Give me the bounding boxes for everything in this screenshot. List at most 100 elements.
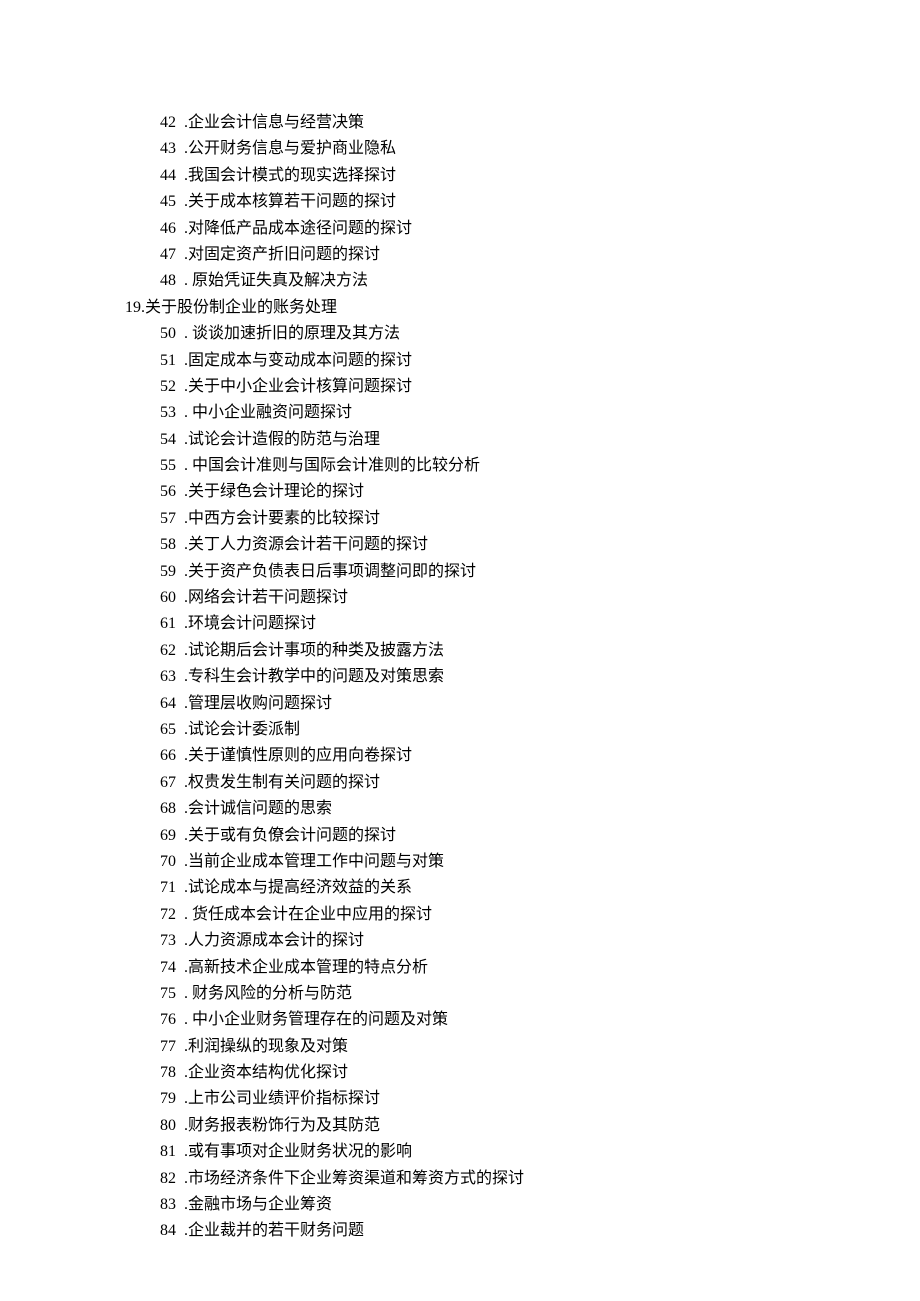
item-title: 试论会计造假的防范与治理 bbox=[188, 427, 380, 453]
item-number: 68 bbox=[160, 796, 176, 822]
item-separator: . bbox=[176, 955, 188, 981]
item-number: 84 bbox=[160, 1218, 176, 1244]
item-number: 48 bbox=[160, 268, 176, 294]
item-title: 关丁人力资源会计若干问题的探讨 bbox=[188, 532, 428, 558]
item-title: 我国会计模式的现实选择探讨 bbox=[188, 163, 396, 189]
item-separator: . bbox=[176, 216, 188, 242]
list-item: 60 .网络会计若干问题探讨 bbox=[125, 585, 920, 611]
list-item: 51 .固定成本与变动成本问题的探讨 bbox=[125, 348, 920, 374]
list-item: 80 .财务报表粉饰行为及其防范 bbox=[125, 1113, 920, 1139]
item-title: 企业裁并的若干财务问题 bbox=[188, 1218, 364, 1244]
list-item: 55 . 中国会计准则与国际会计准则的比较分析 bbox=[125, 453, 920, 479]
item-number: 56 bbox=[160, 479, 176, 505]
item-separator: . bbox=[176, 321, 192, 347]
item-title: 对降低产品成本途径问题的探讨 bbox=[188, 216, 412, 242]
item-separator: . bbox=[176, 189, 188, 215]
list-item: 66 .关于谨慎性原则的应用向卷探讨 bbox=[125, 743, 920, 769]
list-item: 82 .市场经济条件下企业筹资渠道和筹资方式的探讨 bbox=[125, 1166, 920, 1192]
list-item: 43 .公开财务信息与爱护商业隐私 bbox=[125, 136, 920, 162]
list-item: 45 .关于成本核算若干问题的探讨 bbox=[125, 189, 920, 215]
list-item: 77 .利润操纵的现象及对策 bbox=[125, 1034, 920, 1060]
list-item: 83 .金融市场与企业筹资 bbox=[125, 1192, 920, 1218]
item-title: 公开财务信息与爱护商业隐私 bbox=[188, 136, 396, 162]
item-title: 财务风险的分析与防范 bbox=[192, 981, 352, 1007]
document-page: 42 .企业会计信息与经营决策43 .公开财务信息与爱护商业隐私44 .我国会计… bbox=[0, 0, 920, 1245]
item-separator: . bbox=[176, 427, 188, 453]
item-number: 46 bbox=[160, 216, 176, 242]
item-number: 73 bbox=[160, 928, 176, 954]
list-item: 61 .环境会计问题探讨 bbox=[125, 611, 920, 637]
list-item: 47 .对固定资产折旧问题的探讨 bbox=[125, 242, 920, 268]
item-number: 55 bbox=[160, 453, 176, 479]
item-number: 43 bbox=[160, 136, 176, 162]
list-item: 44 .我国会计模式的现实选择探讨 bbox=[125, 163, 920, 189]
list-item: 54 .试论会计造假的防范与治理 bbox=[125, 427, 920, 453]
list-item: 42 .企业会计信息与经营决策 bbox=[125, 110, 920, 136]
item-title: 财务报表粉饰行为及其防范 bbox=[188, 1113, 380, 1139]
item-title: 中小企业融资问题探讨 bbox=[192, 400, 352, 426]
item-title: 谈谈加速折旧的原理及其方法 bbox=[192, 321, 400, 347]
item-title: 固定成本与变动成本问题的探讨 bbox=[188, 348, 412, 374]
item-title: 会计诚信问题的思索 bbox=[188, 796, 332, 822]
item-number: 42 bbox=[160, 110, 176, 136]
item-title: 关于资产负债表日后事项调整问即的探讨 bbox=[188, 559, 476, 585]
item-separator: . bbox=[176, 1113, 188, 1139]
item-number: 65 bbox=[160, 717, 176, 743]
item-title: 上市公司业绩评价指标探讨 bbox=[188, 1086, 380, 1112]
item-title: 或有事项对企业财务状况的影响 bbox=[188, 1139, 412, 1165]
item-separator: . bbox=[176, 559, 188, 585]
item-separator: . bbox=[176, 796, 188, 822]
item-separator: . bbox=[176, 717, 188, 743]
item-title: 管理层收购问题探讨 bbox=[188, 691, 332, 717]
item-separator: . bbox=[176, 453, 192, 479]
list-item: 57 .中西方会计要素的比较探讨 bbox=[125, 506, 920, 532]
list-item: 65 .试论会计委派制 bbox=[125, 717, 920, 743]
item-number: 51 bbox=[160, 348, 176, 374]
list-item: 63 .专科生会计教学中的问题及对策思索 bbox=[125, 664, 920, 690]
list-item: 53 . 中小企业融资问题探讨 bbox=[125, 400, 920, 426]
item-title: 关于中小企业会计核算问题探讨 bbox=[188, 374, 412, 400]
item-number: 58 bbox=[160, 532, 176, 558]
item-number: 47 bbox=[160, 242, 176, 268]
list-item: 64 .管理层收购问题探讨 bbox=[125, 691, 920, 717]
list-item: 50 . 谈谈加速折旧的原理及其方法 bbox=[125, 321, 920, 347]
list-item: 75 . 财务风险的分析与防范 bbox=[125, 981, 920, 1007]
list-item: 74 .高新技术企业成本管理的特点分析 bbox=[125, 955, 920, 981]
item-title: 权贵发生制有关问题的探讨 bbox=[188, 770, 380, 796]
list-item: 76 . 中小企业财务管理存在的问题及对策 bbox=[125, 1007, 920, 1033]
item-separator: . bbox=[176, 1218, 188, 1244]
item-separator: . bbox=[176, 374, 188, 400]
list-item: 70 .当前企业成本管理工作中问题与对策 bbox=[125, 849, 920, 875]
item-separator: . bbox=[176, 664, 188, 690]
item-separator: . bbox=[176, 1166, 188, 1192]
item-title: 当前企业成本管理工作中问题与对策 bbox=[188, 849, 444, 875]
item-number: 59 bbox=[160, 559, 176, 585]
item-number: 82 bbox=[160, 1166, 176, 1192]
list-item: 59 .关于资产负债表日后事项调整问即的探讨 bbox=[125, 559, 920, 585]
item-separator: . bbox=[176, 268, 192, 294]
list-item: 46 .对降低产品成本途径问题的探讨 bbox=[125, 216, 920, 242]
item-separator: . bbox=[176, 770, 188, 796]
item-number: 57 bbox=[160, 506, 176, 532]
item-number: 53 bbox=[160, 400, 176, 426]
list-item: 79 .上市公司业绩评价指标探讨 bbox=[125, 1086, 920, 1112]
item-separator: . bbox=[176, 849, 188, 875]
item-separator: . bbox=[176, 691, 188, 717]
list-item: 84 .企业裁并的若干财务问题 bbox=[125, 1218, 920, 1244]
item-separator: . bbox=[176, 875, 188, 901]
item-separator: . bbox=[176, 1060, 188, 1086]
list-item: 67 .权贵发生制有关问题的探讨 bbox=[125, 770, 920, 796]
list-item: 56 .关于绿色会计理论的探讨 bbox=[125, 479, 920, 505]
item-title: 关于或有负僚会计问题的探讨 bbox=[188, 823, 396, 849]
item-title: 人力资源成本会计的探讨 bbox=[188, 928, 364, 954]
item-number: 52 bbox=[160, 374, 176, 400]
item-title: 试论成本与提高经济效益的关系 bbox=[188, 875, 412, 901]
item-separator: . bbox=[176, 902, 192, 928]
item-number: 75 bbox=[160, 981, 176, 1007]
item-title: 网络会计若干问题探讨 bbox=[188, 585, 348, 611]
item-number: 64 bbox=[160, 691, 176, 717]
item-separator: . bbox=[176, 981, 192, 1007]
item-number: 61 bbox=[160, 611, 176, 637]
item-separator: . bbox=[176, 348, 188, 374]
list-item: 52 .关于中小企业会计核算问题探讨 bbox=[125, 374, 920, 400]
